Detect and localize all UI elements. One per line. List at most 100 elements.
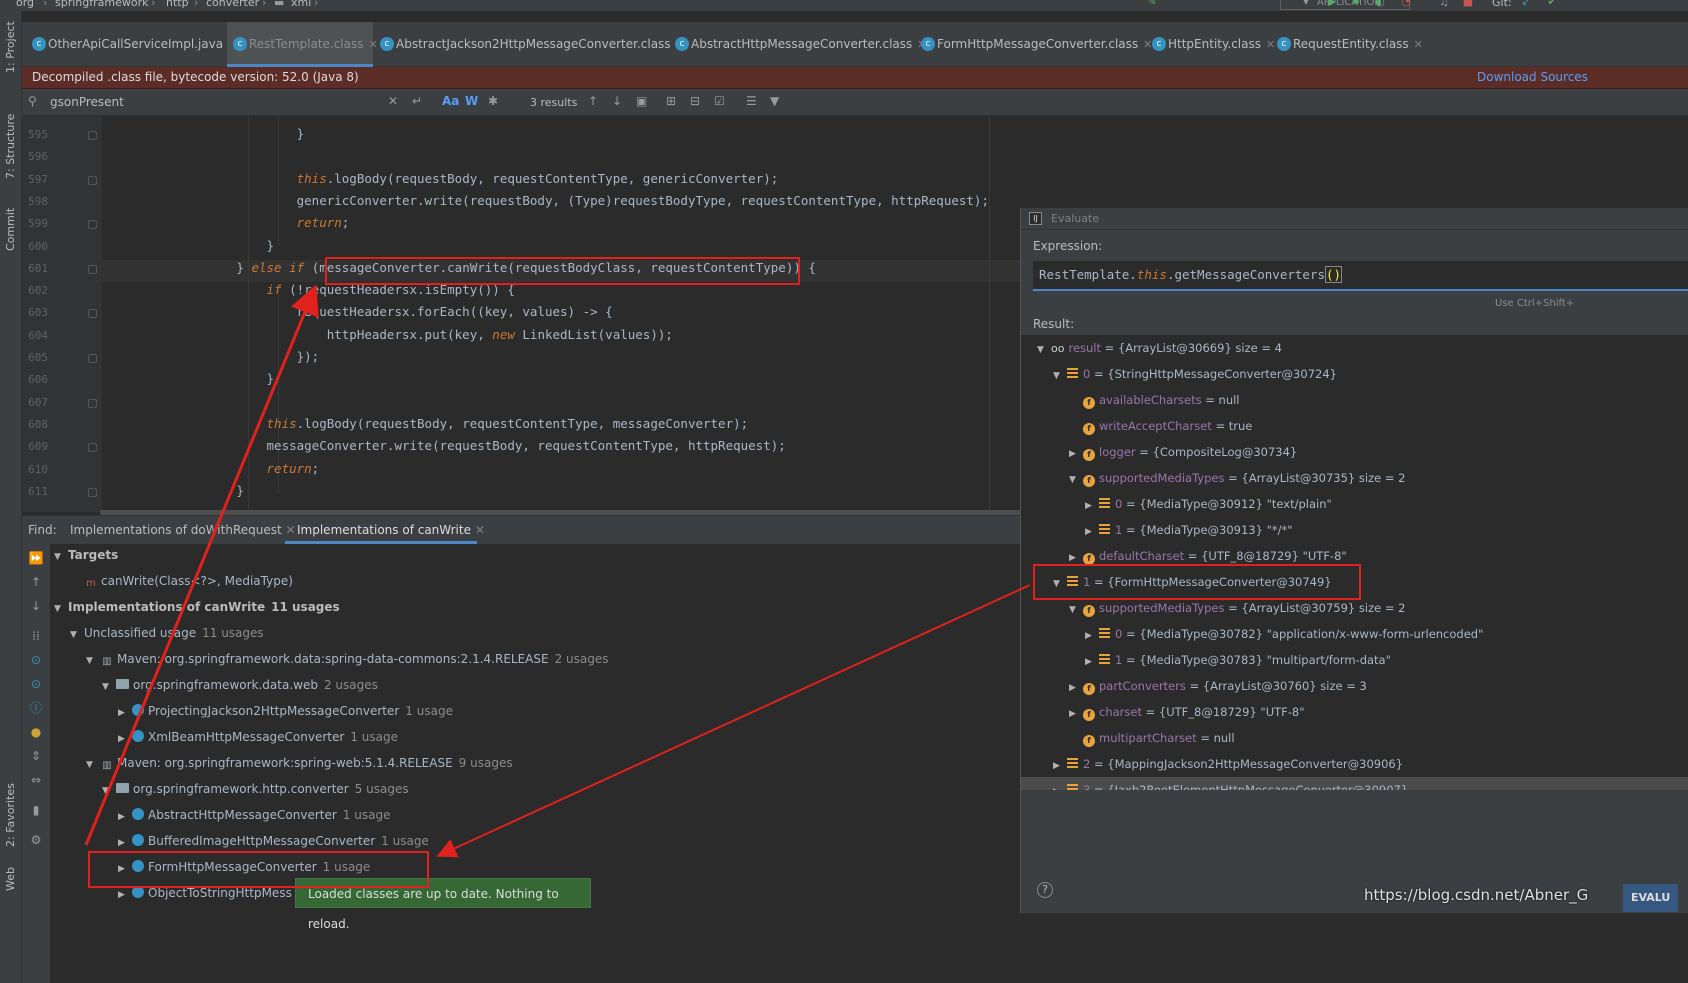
multiline-icon[interactable]: ☰ (746, 94, 757, 108)
result-tree-row[interactable]: ▶ 1 = {MediaType@30783} "multipart/form-d… (1021, 647, 1688, 673)
expanded-arrow-icon[interactable]: ▼ (1069, 467, 1083, 493)
tab-abstract-jackson2[interactable]: c AbstractJackson2HttpMessageConverter.cl… (374, 22, 685, 67)
collapsed-arrow-icon[interactable]: ▶ (1069, 441, 1083, 467)
tab-http-entity[interactable]: c HttpEntity.class ✕ (1146, 22, 1275, 67)
new-line-icon[interactable]: ↵ (412, 94, 422, 108)
attach-icon[interactable]: ♫ (1438, 0, 1450, 8)
collapsed-arrow-icon[interactable]: ▶ (1053, 753, 1067, 779)
regex-icon[interactable]: ✱ (488, 94, 498, 108)
collapse-all-icon[interactable]: ⇔ (28, 772, 44, 788)
tree-row-unclassified[interactable]: ▼ Unclassified usage 11 usages (70, 620, 264, 646)
commit-tool-tab[interactable]: Commit (4, 208, 17, 251)
result-tree-row[interactable]: ▶ f partConverters = {ArrayList@30760} siz… (1021, 673, 1688, 699)
expanded-arrow-icon[interactable]: ▼ (102, 674, 116, 700)
fold-marker-icon[interactable] (88, 354, 97, 363)
result-tree-row[interactable]: f multipartCharset = null (1021, 725, 1688, 751)
tree-row-projecting-jackson2[interactable]: ▶ ProjectingJackson2HttpMessageConverter 1… (118, 698, 453, 724)
build-hammer-icon[interactable]: ✎ (1146, 0, 1158, 8)
arrow-down-icon[interactable]: ↓ (612, 94, 622, 108)
fold-marker-icon[interactable] (88, 264, 97, 274)
result-tree-row[interactable]: ▶ 0 = {MediaType@30912} "text/plain" (1021, 491, 1688, 517)
navigate-icon[interactable]: ⊙ (28, 676, 44, 692)
close-icon[interactable]: ✕ (1414, 38, 1423, 51)
collapsed-arrow-icon[interactable]: ▶ (1069, 701, 1083, 727)
result-tree-row[interactable]: ▶ 1 = {MediaType@30913} "*/*" (1021, 517, 1688, 543)
expanded-arrow-icon[interactable]: ▼ (1069, 597, 1083, 623)
profile-icon[interactable]: ◔ (1400, 0, 1412, 8)
result-tree-row[interactable]: f availableCharsets = null (1021, 387, 1688, 413)
tab-abstract-http-message-converter[interactable]: cAbstractHttpMessageConverter.class✕ (669, 22, 927, 67)
coin-icon[interactable]: ● (28, 724, 44, 740)
tree-row-xml-beam[interactable]: ▶ XmlBeamHttpMessageConverter 1 usage (118, 724, 398, 750)
chevron-down-icon[interactable]: ▾ (1300, 0, 1312, 8)
words-toggle[interactable]: W (465, 94, 478, 108)
result-tree-row[interactable]: f writeAcceptCharset = true (1021, 413, 1688, 439)
preview-icon[interactable]: ▮ (28, 802, 44, 818)
expanded-arrow-icon[interactable]: ▼ (102, 778, 116, 804)
collapsed-arrow-icon[interactable]: ▶ (1053, 779, 1067, 790)
collapsed-arrow-icon[interactable]: ▶ (1085, 649, 1099, 675)
result-tree-row[interactable]: ▶ 2 = {MappingJackson2HttpMessageConverte… (1021, 751, 1688, 777)
select-all-occurrences-icon[interactable]: ☑ (714, 94, 725, 108)
collapsed-arrow-icon[interactable]: ▶ (1085, 623, 1099, 649)
tab-other-api-call-service-impl[interactable]: cOtherApiCallServiceImpl.java✕ (26, 22, 237, 67)
breadcrumb-converter[interactable]: converter (206, 0, 259, 9)
collapsed-arrow-icon[interactable]: ▶ (118, 726, 132, 752)
expanded-arrow-icon[interactable]: ▼ (86, 752, 100, 778)
collapsed-arrow-icon[interactable]: ▶ (1085, 519, 1099, 545)
tree-row-implementations[interactable]: ▼ Implementations of canWrite 11 usages (54, 594, 340, 620)
tree-row-maven-spring-data[interactable]: ▼ ▥ Maven: org.springframework.data:spring… (86, 646, 609, 672)
arrow-up-icon[interactable]: ↑ (588, 94, 598, 108)
result-tree-row[interactable]: ▶ 0 = {MediaType@30782} "application/x-ww… (1021, 621, 1688, 647)
evaluate-button[interactable]: EVALU (1623, 884, 1679, 912)
arrow-up-icon[interactable]: ↑ (28, 574, 44, 590)
rerun-icon[interactable]: ⏩ (28, 550, 44, 566)
structure-tool-tab[interactable]: 7: Structure (4, 114, 17, 179)
search-input[interactable]: gsonPresent (50, 95, 124, 109)
close-icon[interactable]: ✕ (286, 523, 296, 537)
fold-marker-icon[interactable] (88, 443, 97, 453)
stop-icon[interactable]: ■ (1462, 0, 1474, 8)
expanded-arrow-icon[interactable]: ▼ (1037, 337, 1051, 363)
fold-marker-icon[interactable] (88, 175, 97, 185)
collapsed-arrow-icon[interactable]: ▶ (118, 700, 132, 726)
result-tree-row[interactable]: ▼ f supportedMediaTypes = {ArrayList@30735… (1021, 465, 1688, 491)
expression-input[interactable]: RestTemplate.this.getMessageConverters() (1033, 261, 1688, 291)
filter-icon[interactable]: ▼ (770, 94, 779, 108)
git-commit-icon[interactable]: ✔ (1546, 0, 1558, 8)
tree-row-targets[interactable]: ▼ Targets (54, 542, 118, 568)
expanded-arrow-icon[interactable]: ▼ (54, 596, 68, 622)
result-tree-row[interactable]: ▼ oo result = {ArrayList@30669} size = 4 (1021, 335, 1688, 361)
tab-form-http-message-converter[interactable]: c FormHttpMessageConverter.class ✕ (915, 22, 1152, 67)
group-icon[interactable]: ⁞⁞ (28, 628, 44, 644)
collapsed-arrow-icon[interactable]: ▶ (1069, 675, 1083, 701)
expanded-arrow-icon[interactable]: ▼ (70, 622, 84, 648)
search-icon[interactable]: ⚲ (28, 94, 37, 108)
tab-rest-template[interactable]: c RestTemplate.class ✕ (227, 22, 378, 67)
code-editor[interactable]: 595 } 596 597 this.logBody(requestBody, re… (22, 116, 1020, 512)
project-tool-tab[interactable]: 1: Project (4, 21, 17, 73)
remove-occurrence-icon[interactable]: ⊟ (690, 94, 700, 108)
result-tree-row[interactable]: ▶ 3 = {Jaxb2RootElementHttpMessageConvert… (1021, 777, 1688, 790)
result-tree[interactable]: ▼ oo result = {ArrayList@30669} size = 4 ▼ 0… (1021, 335, 1688, 790)
fold-marker-icon[interactable] (88, 220, 97, 230)
favorites-tool-tab[interactable]: 2: Favorites (4, 783, 17, 847)
run-icon[interactable]: ▶ (1326, 0, 1338, 8)
collapsed-arrow-icon[interactable]: ▶ (1085, 493, 1099, 519)
info-icon[interactable]: ⓘ (28, 700, 44, 716)
tab-request-entity[interactable]: c RequestEntity.class ✕ (1271, 22, 1423, 67)
tree-row-target-method[interactable]: m canWrite(Class<?>, MediaType) (84, 568, 293, 594)
tab-implementations-do-with-request[interactable]: Implementations of doWithRequest ✕ (70, 523, 296, 537)
help-icon[interactable]: ? (1037, 882, 1053, 898)
match-case-toggle[interactable]: Aa (442, 94, 459, 108)
expanded-arrow-icon[interactable]: ▼ (54, 544, 68, 570)
tree-row-package-data-web[interactable]: ▼ org.springframework.data.web 2 usages (102, 672, 378, 698)
breadcrumb-xml[interactable]: xml (291, 0, 311, 9)
select-all-icon[interactable]: ▣ (636, 94, 647, 108)
expanded-arrow-icon[interactable]: ▼ (86, 648, 100, 674)
fold-marker-icon[interactable] (88, 398, 97, 408)
settings-gear-icon[interactable]: ⚙ (28, 832, 44, 848)
git-update-icon[interactable]: ↙ (1520, 0, 1532, 8)
result-tree-row[interactable]: ▶ f charset = {UTF_8@18729} "UTF-8" (1021, 699, 1688, 725)
result-tree-row[interactable]: ▼ 0 = {StringHttpMessageConverter@30724} (1021, 361, 1688, 387)
